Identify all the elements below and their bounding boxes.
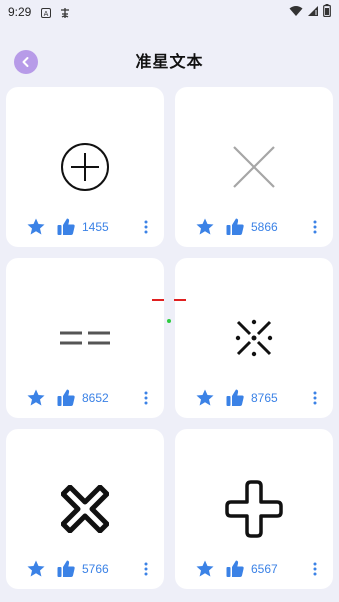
wifi-icon [289, 5, 303, 20]
page-title: 准星文本 [135, 54, 204, 71]
more-options-icon[interactable] [313, 391, 317, 405]
crosshair-card[interactable]: 8765 [175, 258, 333, 418]
like-count: 8652 [82, 391, 109, 405]
app-notification-icon: A [41, 7, 52, 18]
double-dash-crosshair-icon [6, 298, 164, 378]
status-time: 9:29 [8, 5, 32, 19]
like-count: 1455 [82, 220, 109, 234]
svg-text:A: A [44, 11, 49, 18]
card-footer: 8652 [6, 386, 164, 410]
favorite-star-icon[interactable] [26, 217, 46, 237]
like-count: 5866 [251, 220, 278, 234]
header: 准星文本 [0, 40, 339, 80]
card-footer: 5766 [6, 557, 164, 581]
favorite-star-icon[interactable] [26, 559, 46, 579]
status-bar: 9:29 A [0, 0, 339, 24]
more-options-icon[interactable] [313, 220, 317, 234]
crosshair-card[interactable]: 5866 [175, 87, 333, 247]
crosshair-card[interactable]: 5766 [6, 429, 164, 589]
like-thumb-icon[interactable] [225, 559, 245, 579]
back-button[interactable] [14, 50, 38, 74]
more-options-icon[interactable] [144, 562, 148, 576]
overlay-crosshair-marker [152, 299, 186, 323]
card-footer: 8765 [175, 386, 333, 410]
favorite-star-icon[interactable] [195, 217, 215, 237]
chevron-left-icon [22, 57, 29, 67]
crosshair-card[interactable]: 6567 [175, 429, 333, 589]
app-notification-icon-2 [59, 7, 70, 18]
card-footer: 6567 [175, 557, 333, 581]
bold-x-crosshair-icon [6, 469, 164, 549]
like-thumb-icon[interactable] [56, 559, 76, 579]
like-count: 8765 [251, 391, 278, 405]
card-footer: 1455 [6, 215, 164, 239]
like-thumb-icon[interactable] [225, 388, 245, 408]
like-thumb-icon[interactable] [56, 388, 76, 408]
like-thumb-icon[interactable] [56, 217, 76, 237]
more-options-icon[interactable] [144, 220, 148, 234]
like-count: 5766 [82, 562, 109, 576]
x-crosshair-icon [175, 127, 333, 207]
outline-plus-crosshair-icon [175, 469, 333, 549]
favorite-star-icon[interactable] [195, 559, 215, 579]
more-options-icon[interactable] [313, 562, 317, 576]
favorite-star-icon[interactable] [26, 388, 46, 408]
circle-plus-crosshair-icon [6, 127, 164, 207]
dot-x-crosshair-icon [175, 298, 333, 378]
more-options-icon[interactable] [144, 391, 148, 405]
crosshair-card[interactable]: 1455 [6, 87, 164, 247]
signal-icon [307, 5, 319, 20]
crosshair-card[interactable]: 8652 [6, 258, 164, 418]
battery-icon [323, 4, 331, 20]
like-thumb-icon[interactable] [225, 217, 245, 237]
favorite-star-icon[interactable] [195, 388, 215, 408]
like-count: 6567 [251, 562, 278, 576]
card-footer: 5866 [175, 215, 333, 239]
